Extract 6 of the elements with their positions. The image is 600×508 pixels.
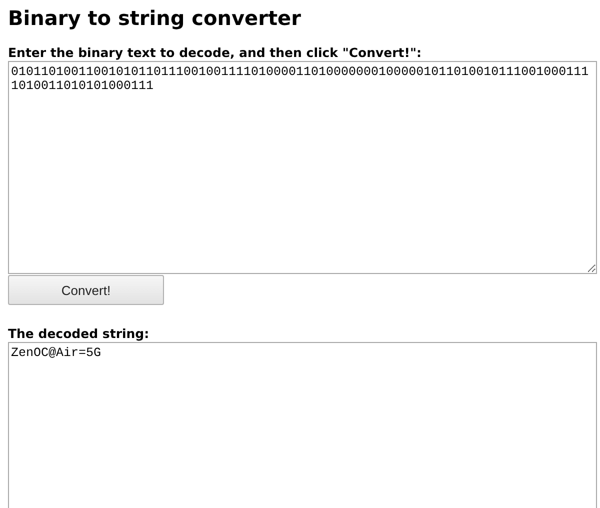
output-label: The decoded string: xyxy=(8,326,150,342)
page-title: Binary to string converter xyxy=(8,5,301,31)
decoded-output-field[interactable]: ZenOC@Air=5G xyxy=(8,342,597,508)
convert-button[interactable]: Convert! xyxy=(8,275,164,305)
binary-input-field[interactable]: 010110100110010101101110010011110100001101000000010000010110100101110010001111010011010101000111 xyxy=(8,61,597,274)
input-label: Enter the binary text to decode, and then click "Convert!": xyxy=(8,45,422,61)
